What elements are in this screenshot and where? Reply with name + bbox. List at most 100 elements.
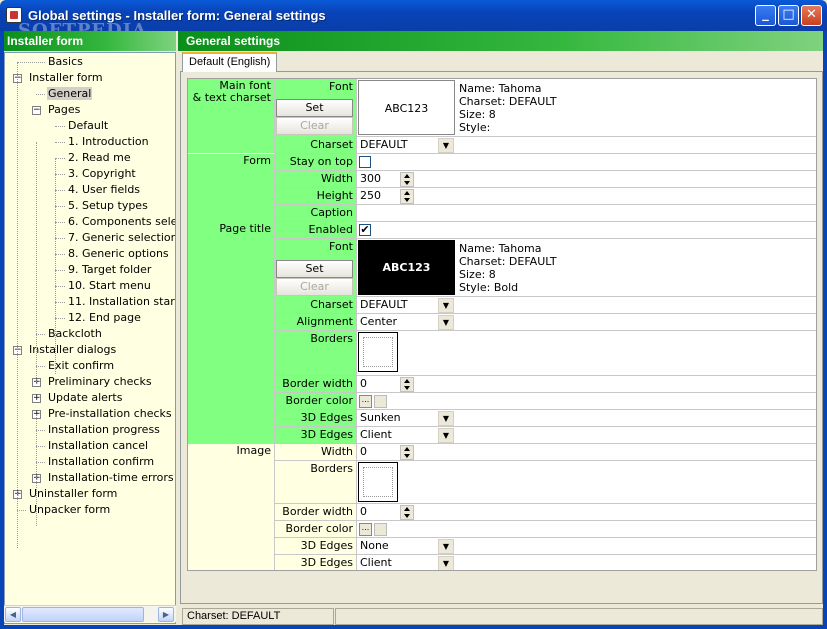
stay-on-top-checkbox[interactable] <box>359 156 371 168</box>
title-font-clear-button[interactable]: Clear <box>276 278 353 296</box>
tree-item[interactable]: Default <box>67 118 109 134</box>
tree-horizontal-scrollbar[interactable]: ◀ ▶ <box>4 605 176 622</box>
tree-item[interactable]: 6. Components selecti <box>67 214 175 230</box>
tree-item[interactable]: Update alerts <box>47 390 123 406</box>
form-width-input[interactable]: 300 <box>358 172 414 187</box>
title-charset-select[interactable]: DEFAULT ▼ <box>358 298 454 313</box>
image-border-color-row: ... <box>356 521 816 538</box>
title-bar[interactable]: Global settings - Installer form: Genera… <box>0 0 827 41</box>
tree-item-label: Installation progress <box>48 423 160 436</box>
expand-icon[interactable]: + <box>32 394 41 403</box>
tree-item[interactable]: Installation confirm <box>47 454 155 470</box>
tree-connector <box>36 462 45 463</box>
enabled-checkbox[interactable]: ✔ <box>359 224 371 236</box>
tree-item[interactable]: Preliminary checks <box>47 374 153 390</box>
main-font-clear-button[interactable]: Clear <box>276 117 353 135</box>
tree-item[interactable]: 7. Generic selection <box>67 230 176 246</box>
tree-item[interactable]: 3. Copyright <box>67 166 137 182</box>
tree-item[interactable]: Pages <box>47 102 81 118</box>
label-image-width: Width <box>274 444 356 461</box>
main-font-value: ABC123 Name: Tahoma Charset: DEFAULT Siz… <box>356 79 816 137</box>
spin-arrows-icon[interactable] <box>400 505 414 520</box>
tree-item[interactable]: Installer dialogs <box>28 342 117 358</box>
title-border-color-button[interactable]: ... <box>359 395 372 408</box>
label-image-borders: Borders <box>274 461 356 504</box>
minimize-button[interactable]: _ <box>755 5 776 26</box>
title-3d-edges-mode-select[interactable]: Client ▼ <box>358 428 454 443</box>
tree-item[interactable]: Installation-time errors <box>47 470 175 486</box>
image-3d-edges-mode-select[interactable]: Client ▼ <box>358 556 454 570</box>
title-borders-row <box>356 331 816 376</box>
alignment-select[interactable]: Center ▼ <box>358 315 454 330</box>
spin-arrows-icon[interactable] <box>400 445 414 460</box>
chevron-down-icon[interactable]: ▼ <box>438 411 454 426</box>
label-caption: Caption <box>274 205 356 222</box>
tree-item[interactable]: General <box>47 86 93 102</box>
tree-item[interactable]: Basics <box>47 54 84 70</box>
label-image-3d-edges: 3D Edges <box>274 538 356 555</box>
image-border-width-input[interactable]: 0 <box>358 505 414 520</box>
tree-item-label: Installation-time errors <box>48 471 174 484</box>
tree-header: Installer form <box>4 31 176 51</box>
tree-item[interactable]: 8. Generic options <box>67 246 170 262</box>
title-borders-editor[interactable] <box>358 332 398 372</box>
main-charset-select[interactable]: DEFAULT ▼ <box>358 138 454 153</box>
close-button[interactable]: ✕ <box>801 5 822 26</box>
label-stay-on-top: Stay on top <box>274 154 356 171</box>
tree-item[interactable]: 5. Setup types <box>67 198 149 214</box>
main-font-preview[interactable]: ABC123 <box>358 80 455 135</box>
title-3d-edges-select[interactable]: Sunken ▼ <box>358 411 454 426</box>
caption-input[interactable] <box>356 205 816 222</box>
title-font-preview[interactable]: ABC123 <box>358 240 455 295</box>
maximize-button[interactable]: □ <box>778 5 799 26</box>
tree-item[interactable]: 12. End page <box>67 310 142 326</box>
tree-item[interactable]: Installation progress <box>47 422 161 438</box>
collapse-icon[interactable]: − <box>32 106 41 115</box>
tree-item-label: 11. Installation start <box>68 295 176 308</box>
tree-item[interactable]: Installer form <box>28 70 104 86</box>
tree-item[interactable]: 11. Installation start <box>67 294 176 310</box>
tree-connector <box>55 142 65 143</box>
scroll-thumb[interactable] <box>22 607 144 622</box>
main-font-set-button[interactable]: Set <box>276 99 353 117</box>
image-border-width-row: 0 <box>356 504 816 521</box>
tree-item[interactable]: Installation cancel <box>47 438 149 454</box>
tree-item-label: 7. Generic selection <box>68 231 176 244</box>
chevron-down-icon[interactable]: ▼ <box>438 315 454 330</box>
image-borders-editor[interactable] <box>358 462 398 502</box>
tree-connector <box>55 286 65 287</box>
tree-item[interactable]: 2. Read me <box>67 150 132 166</box>
scroll-right-icon[interactable]: ▶ <box>158 607 174 622</box>
image-width-input[interactable]: 0 <box>358 445 414 460</box>
tree-item[interactable]: Uninstaller form <box>28 486 118 502</box>
title-font-set-button[interactable]: Set <box>276 260 353 278</box>
tree-item[interactable]: Exit confirm <box>47 358 115 374</box>
label-image-3d-edges-mode: 3D Edges Mode <box>274 555 356 570</box>
image-3d-edges-select[interactable]: None ▼ <box>358 539 454 554</box>
chevron-down-icon[interactable]: ▼ <box>438 298 454 313</box>
image-border-color-button[interactable]: ... <box>359 523 372 536</box>
tree-item[interactable]: 9. Target folder <box>67 262 152 278</box>
chevron-down-icon[interactable]: ▼ <box>438 138 454 153</box>
tree-item[interactable]: Unpacker form <box>28 502 111 518</box>
chevron-down-icon[interactable]: ▼ <box>438 539 454 554</box>
main-charset-row: DEFAULT ▼ <box>356 137 816 154</box>
spin-arrows-icon[interactable] <box>400 189 414 204</box>
form-height-input[interactable]: 250 <box>358 189 414 204</box>
tree-item[interactable]: 4. User fields <box>67 182 141 198</box>
tree-item[interactable]: 1. Introduction <box>67 134 150 150</box>
settings-tree[interactable]: Basics − Installer form General − Pages Defaul… <box>4 52 176 624</box>
tree-connector <box>55 238 65 239</box>
tree-item[interactable]: 10. Start menu <box>67 278 152 294</box>
tree-connector <box>36 446 45 447</box>
scroll-left-icon[interactable]: ◀ <box>5 607 21 622</box>
title-border-width-input[interactable]: 0 <box>358 377 414 392</box>
tab-default-english[interactable]: Default (English) <box>182 52 277 72</box>
spin-arrows-icon[interactable] <box>400 377 414 392</box>
tree-item-label: Installation cancel <box>48 439 149 452</box>
chevron-down-icon[interactable]: ▼ <box>438 428 454 443</box>
tree-connector <box>36 430 45 431</box>
tree-item[interactable]: Pre-installation checks <box>47 406 173 422</box>
spin-arrows-icon[interactable] <box>400 172 414 187</box>
chevron-down-icon[interactable]: ▼ <box>438 556 454 570</box>
